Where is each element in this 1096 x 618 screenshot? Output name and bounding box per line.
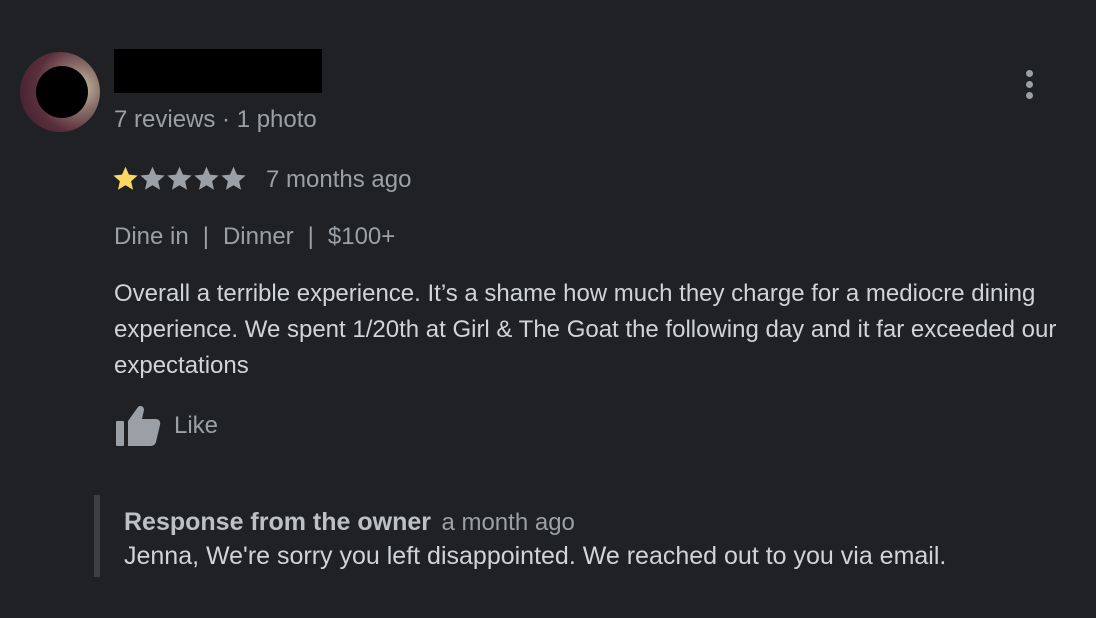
- thumb-up-icon: [114, 404, 162, 448]
- star-empty-icon: [167, 166, 192, 190]
- reviewer-name-redaction: [114, 49, 322, 93]
- star-filled-icon: [113, 166, 138, 190]
- review-time: 7 months ago: [266, 166, 412, 193]
- like-button[interactable]: Like: [114, 404, 218, 448]
- review-tag: $100+: [327, 223, 396, 250]
- star-empty-icon: [140, 166, 165, 190]
- review-text: Overall a terrible experience. It’s a sh…: [114, 280, 1057, 379]
- owner-response: Response from the owner a month ago Jenn…: [94, 495, 1080, 577]
- owner-response-text: Jenna, We're sorry you left disappointed…: [124, 542, 947, 570]
- reviewer-stats[interactable]: 7 reviews · 1 photo: [114, 106, 317, 134]
- avatar[interactable]: [20, 52, 100, 132]
- review-tag: Dinner: [222, 223, 294, 250]
- owner-response-title: Response from the owner: [124, 508, 431, 536]
- tag-separator: |: [307, 223, 314, 250]
- review-tag: Dine in: [114, 223, 189, 250]
- tag-separator: |: [202, 223, 209, 250]
- star-rating: [112, 163, 247, 193]
- star-empty-icon: [194, 166, 219, 190]
- star-empty-icon: [221, 166, 246, 190]
- owner-response-time: a month ago: [441, 509, 575, 536]
- review-tags: Dine in | Dinner | $100+: [114, 223, 395, 251]
- more-options-icon[interactable]: [1017, 68, 1043, 102]
- like-label: Like: [174, 412, 219, 439]
- avatar-redaction: [36, 66, 88, 118]
